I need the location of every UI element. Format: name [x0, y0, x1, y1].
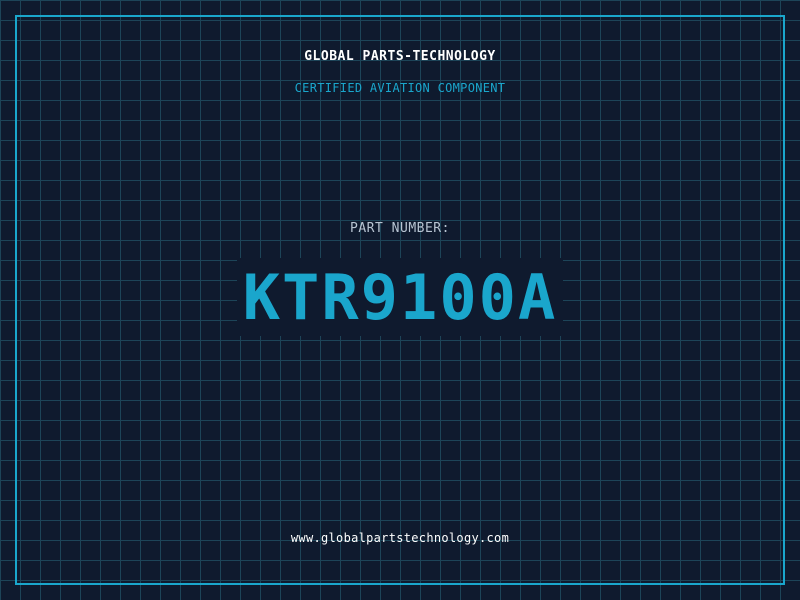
part-label-card: GLOBAL PARTS-TECHNOLOGY CERTIFIED AVIATI…	[0, 0, 800, 600]
website-url: www.globalpartstechnology.com	[290, 531, 510, 545]
part-number-value: KTR9100A	[236, 258, 564, 336]
certification-tagline: CERTIFIED AVIATION COMPONENT	[294, 81, 506, 95]
part-number-label: PART NUMBER:	[350, 221, 450, 236]
company-name: GLOBAL PARTS-TECHNOLOGY	[304, 49, 496, 64]
part-number-container: KTR9100A	[0, 258, 800, 340]
